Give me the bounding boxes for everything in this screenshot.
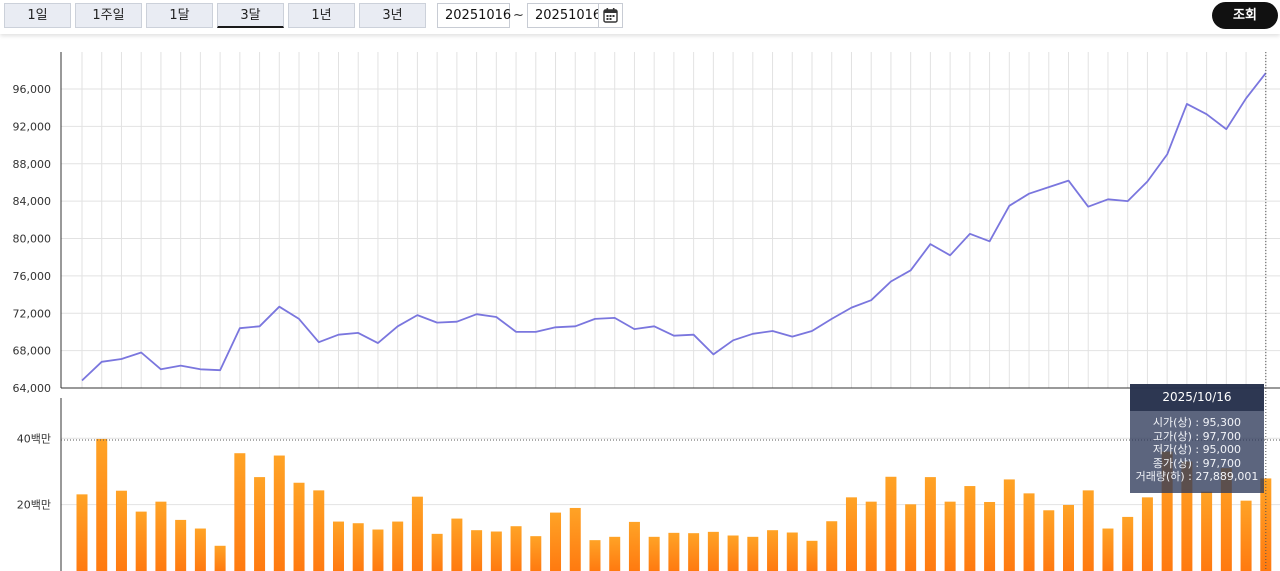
volume-bar (273, 455, 285, 571)
volume-bar (707, 531, 719, 571)
tooltip-close: 종가(상) : 97,700 (1152, 456, 1242, 470)
period-button-3years[interactable]: 3년 (359, 3, 426, 28)
volume-bar (471, 530, 483, 571)
volume-bar (944, 501, 956, 571)
tooltip-volume: 거래량(하) : 27,889,001 (1135, 470, 1259, 483)
price-tick-label: 92,000 (13, 120, 52, 133)
volume-bar (628, 521, 640, 571)
volume-bar (727, 535, 739, 571)
volume-tick-label: 40백만 (17, 432, 51, 445)
search-button[interactable]: 조회 (1212, 2, 1278, 29)
volume-bar (648, 536, 660, 571)
volume-bar (372, 529, 384, 571)
price-tick-label: 96,000 (13, 83, 52, 96)
volume-bar (530, 536, 542, 571)
volume-bar (155, 501, 167, 571)
tooltip-high: 고가(상) : 97,700 (1152, 429, 1242, 443)
volume-bar (76, 494, 88, 571)
period-button-1month[interactable]: 1달 (146, 3, 213, 28)
period-button-1year[interactable]: 1년 (288, 3, 355, 28)
volume-bar (569, 507, 581, 571)
volume-bar (964, 486, 976, 571)
ohlc-tooltip: 2025/10/16 시가(상) : 95,300 고가(상) : 97,700… (1130, 384, 1264, 493)
volume-bar (688, 533, 700, 571)
volume-bar (1082, 490, 1094, 571)
price-tick-label: 84,000 (13, 195, 52, 208)
volume-bar (826, 521, 838, 571)
volume-bar (885, 476, 897, 571)
volume-bar (589, 540, 601, 571)
period-button-1week[interactable]: 1주일 (75, 3, 142, 28)
period-button-3months[interactable]: 3달 (217, 3, 284, 28)
price-tick-label: 68,000 (13, 345, 52, 358)
volume-bar (431, 533, 443, 571)
volume-bar (411, 496, 423, 571)
volume-bar (96, 438, 108, 571)
volume-bar (313, 490, 325, 571)
tooltip-date: 2025/10/16 (1130, 384, 1264, 411)
volume-bar (1043, 510, 1055, 571)
volume-bar (194, 528, 206, 571)
volume-bar (510, 526, 522, 571)
calendar-icon (603, 8, 618, 23)
stock-chart: 64,000 68,000 72,000 76,000 80,000 84,000 88,0… (13, 52, 1280, 571)
price-tick-label: 72,000 (13, 307, 52, 320)
volume-bar (924, 477, 936, 571)
tooltip-low: 저가(상) : 95,000 (1152, 443, 1242, 456)
volume-bar (747, 536, 759, 571)
calendar-button[interactable] (598, 3, 623, 28)
volume-bar (1102, 528, 1114, 571)
period-button-1day[interactable]: 1일 (4, 3, 71, 28)
volume-tick-label: 20백만 (17, 499, 51, 512)
tooltip-open: 시가(상) : 95,300 (1152, 416, 1242, 429)
volume-bar (1003, 479, 1015, 571)
volume-bar (550, 512, 562, 571)
volume-bar (254, 477, 266, 571)
volume-bar (806, 540, 818, 571)
price-tick-label: 76,000 (13, 270, 52, 283)
volume-bar (490, 531, 502, 571)
price-tick-label: 80,000 (13, 233, 52, 246)
date-separator: ~ (513, 8, 524, 23)
toolbar: 1일 1주일 1달 3달 1년 3년 20251016 ~ 20251016 조… (0, 0, 1280, 34)
volume-bar (135, 511, 147, 571)
price-tick-label: 64,000 (13, 382, 52, 395)
volume-bar (786, 532, 798, 571)
volume-bar (392, 521, 404, 571)
volume-bar (214, 545, 226, 571)
volume-bar (1023, 493, 1035, 571)
volume-bar (1063, 504, 1074, 571)
volume-bar (1240, 500, 1252, 571)
volume-bar (767, 530, 779, 571)
volume-bar (845, 497, 857, 571)
volume-bar (293, 482, 305, 571)
price-tick-label: 88,000 (13, 158, 52, 171)
volume-bar (609, 536, 621, 571)
volume-bar (668, 532, 680, 571)
volume-bar (332, 521, 344, 571)
volume-bar (984, 501, 996, 571)
volume-bar (865, 501, 877, 571)
volume-bar (1122, 516, 1134, 571)
volume-bar (1141, 497, 1153, 571)
volume-bar (451, 518, 463, 571)
volume-bar (175, 519, 187, 571)
volume-bar (1201, 491, 1213, 571)
volume-bar (352, 523, 364, 571)
end-date-input[interactable]: 20251016 (527, 3, 601, 28)
volume-bar (234, 453, 246, 571)
start-date-input[interactable]: 20251016 (437, 3, 511, 28)
volume-bar (905, 504, 917, 571)
volume-bar (115, 490, 127, 571)
